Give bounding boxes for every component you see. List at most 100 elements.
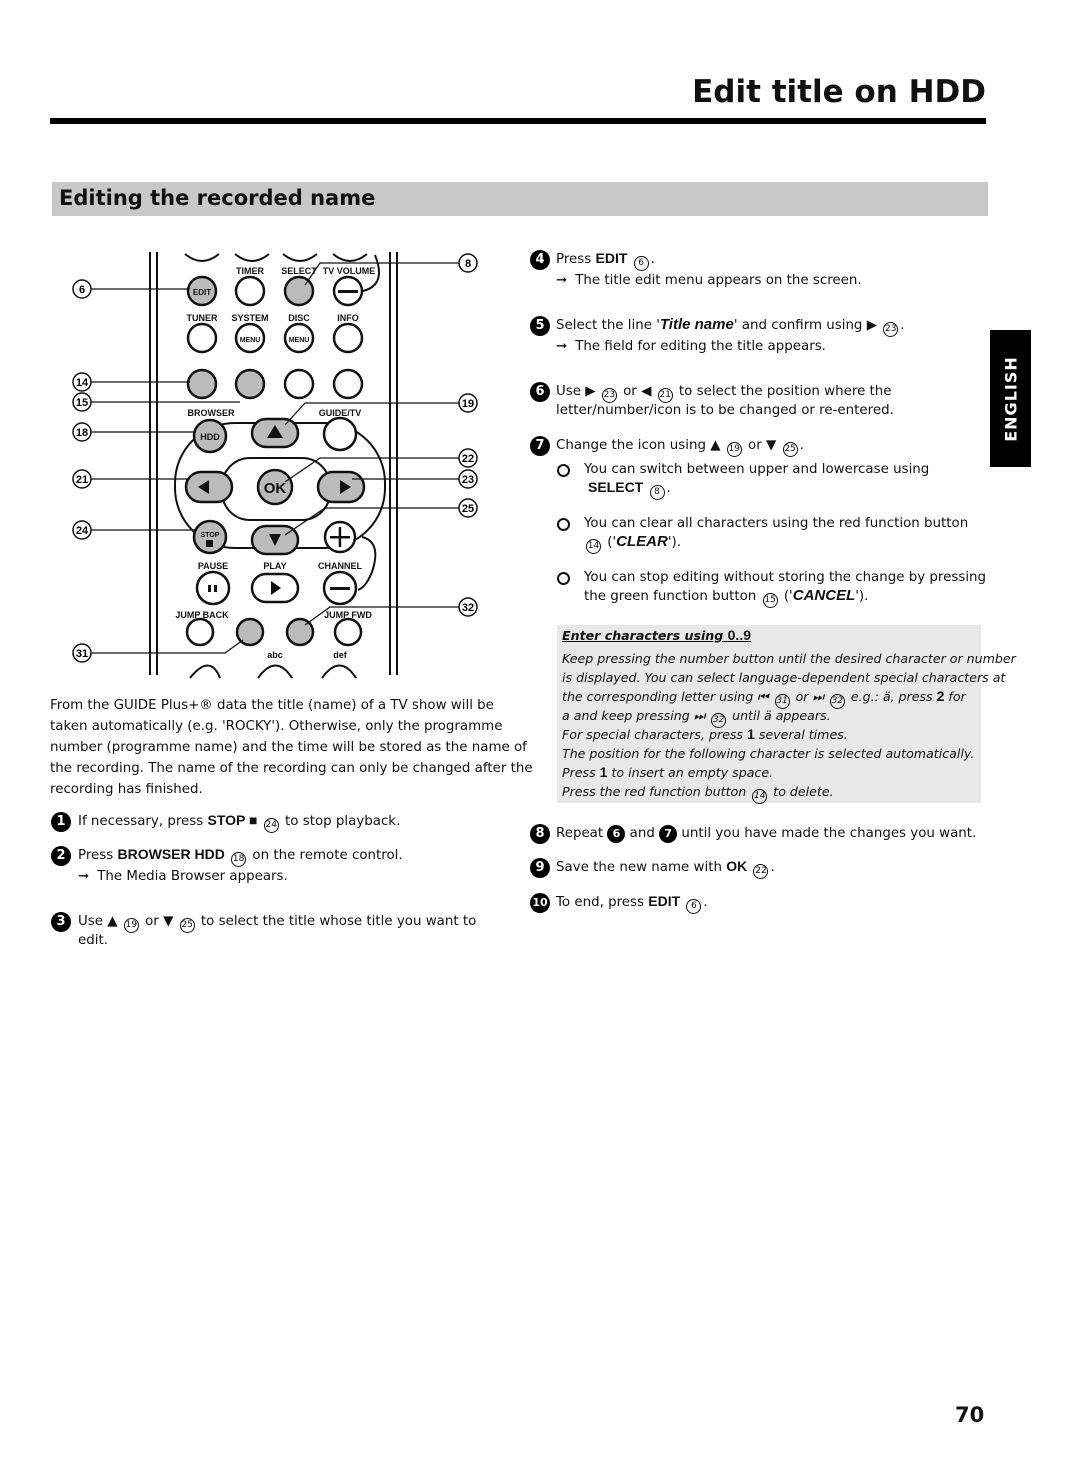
callout-25: 25: [458, 498, 478, 518]
step-number: 6: [530, 382, 550, 402]
text: Press: [562, 765, 596, 780]
text: 24: [76, 525, 89, 537]
text: MENU: [289, 337, 310, 344]
bullet-icon: [557, 518, 570, 531]
text: 8: [465, 258, 471, 270]
circled-reference-number: 19: [123, 918, 139, 933]
text: a and keep pressing ⏭: [562, 708, 706, 723]
key-name: SELECT: [588, 479, 644, 495]
circled-reference-number: 32: [829, 694, 845, 709]
callout-24: 24: [72, 520, 92, 540]
key-name: OK: [726, 858, 748, 874]
key-name: EDIT: [648, 893, 681, 909]
text: For special characters, press: [562, 727, 743, 742]
text: Use ▲: [78, 914, 118, 929]
text: until you have made the changes you want…: [681, 826, 977, 841]
text: SYSTEM: [231, 313, 268, 323]
bullet-icon: [557, 464, 570, 477]
text: or ◀: [623, 384, 652, 399]
text: HDD: [200, 432, 220, 442]
text: GUIDE/TV: [319, 408, 362, 418]
key-name: 2: [936, 688, 945, 704]
step-number: 2: [51, 846, 71, 866]
text: the recording. The name of the recording…: [50, 761, 533, 776]
page-number: 70: [955, 1403, 985, 1427]
text: is displayed. You can select language-de…: [562, 670, 1006, 685]
text: edit.: [78, 933, 108, 948]
text: to stop playback.: [285, 814, 401, 829]
text: 31: [76, 648, 88, 660]
text: Change the icon using ▲: [556, 438, 721, 453]
text: def: [333, 650, 348, 660]
callout-6: 6: [72, 279, 92, 299]
text: e.g.: ä, press: [850, 689, 933, 704]
text: DISC: [288, 313, 310, 323]
text: the corresponding letter using ⏮: [562, 689, 769, 704]
text: You can stop editing without storing the…: [584, 570, 987, 585]
text: or ▼: [748, 438, 777, 453]
text: Press: [78, 848, 114, 863]
yellow-function-button: [283, 368, 315, 400]
text: JUMP FWD: [324, 610, 372, 620]
step-number: 5: [530, 316, 550, 336]
circled-reference-number: 25: [179, 918, 195, 933]
callout-14: 14: [72, 372, 92, 392]
key-name: 1: [599, 764, 608, 780]
text: You can clear all characters using the r…: [584, 516, 969, 531]
text: Enter characters using: [562, 628, 724, 643]
circled-reference-number: 6: [686, 899, 702, 914]
text: From the GUIDE Plus+® data the title (na…: [50, 698, 494, 713]
text: Keep pressing the number button until th…: [562, 651, 1016, 666]
text: Repeat: [556, 826, 604, 841]
text: 25: [462, 503, 474, 515]
text: Press: [556, 252, 592, 267]
text: the green function button: [584, 589, 757, 604]
text: for: [948, 689, 966, 704]
text: 19: [462, 398, 474, 410]
key-name: 1: [747, 726, 755, 742]
circled-reference-number: 14: [586, 539, 601, 554]
text: Use ▶: [556, 384, 596, 399]
text: Select the line ': [556, 318, 660, 333]
text: The Media Browser appears.: [97, 869, 288, 884]
arrow-icon: ➞: [78, 869, 90, 884]
text: OK: [264, 480, 287, 497]
text: several times.: [758, 727, 848, 742]
key-name: Title name: [659, 316, 734, 333]
tip-box: Enter characters using 0..9 Keep pressin…: [557, 625, 1016, 804]
step-number: 1: [51, 812, 71, 832]
text: 6: [607, 825, 626, 843]
text: number (programme name) and the time wil…: [50, 740, 527, 755]
text: 18: [76, 427, 88, 439]
step-number: 3: [51, 912, 71, 932]
text: JUMP BACK: [175, 610, 229, 620]
arrow-icon: ➞: [556, 339, 568, 354]
text: The title edit menu appears on the scree…: [575, 273, 862, 288]
manual-page: Edit title on HDD Editing the recorded n…: [0, 0, 1080, 1473]
text: The position for the following character…: [562, 746, 975, 761]
callout-18: 18: [72, 422, 92, 442]
text: BROWSER: [188, 408, 236, 418]
red-function-button: [186, 368, 218, 400]
callout-32: 32: [458, 597, 478, 617]
text: 15: [76, 397, 88, 409]
text: If necessary, press: [78, 814, 204, 829]
text: until ä appears.: [732, 708, 831, 723]
text: STOP: [201, 532, 220, 539]
text: abc: [267, 650, 283, 660]
callout-8: 8: [458, 253, 478, 273]
callout-31: 31: [72, 643, 92, 663]
text: to select the title whose title you want…: [200, 914, 477, 929]
circled-reference-number: 24: [263, 818, 279, 833]
tuner-button: [186, 322, 218, 354]
text: INFO: [337, 313, 359, 323]
text: 14: [76, 377, 89, 389]
arrow-icon: ➞: [556, 273, 568, 288]
select-button: [283, 275, 315, 307]
bullet-icon: [557, 572, 570, 585]
key-name: 0..9: [727, 627, 751, 643]
key-name: CANCEL: [792, 587, 856, 604]
text: on the remote control.: [252, 848, 403, 863]
text: to insert an empty space.: [611, 765, 774, 780]
text: TIMER: [236, 266, 264, 276]
